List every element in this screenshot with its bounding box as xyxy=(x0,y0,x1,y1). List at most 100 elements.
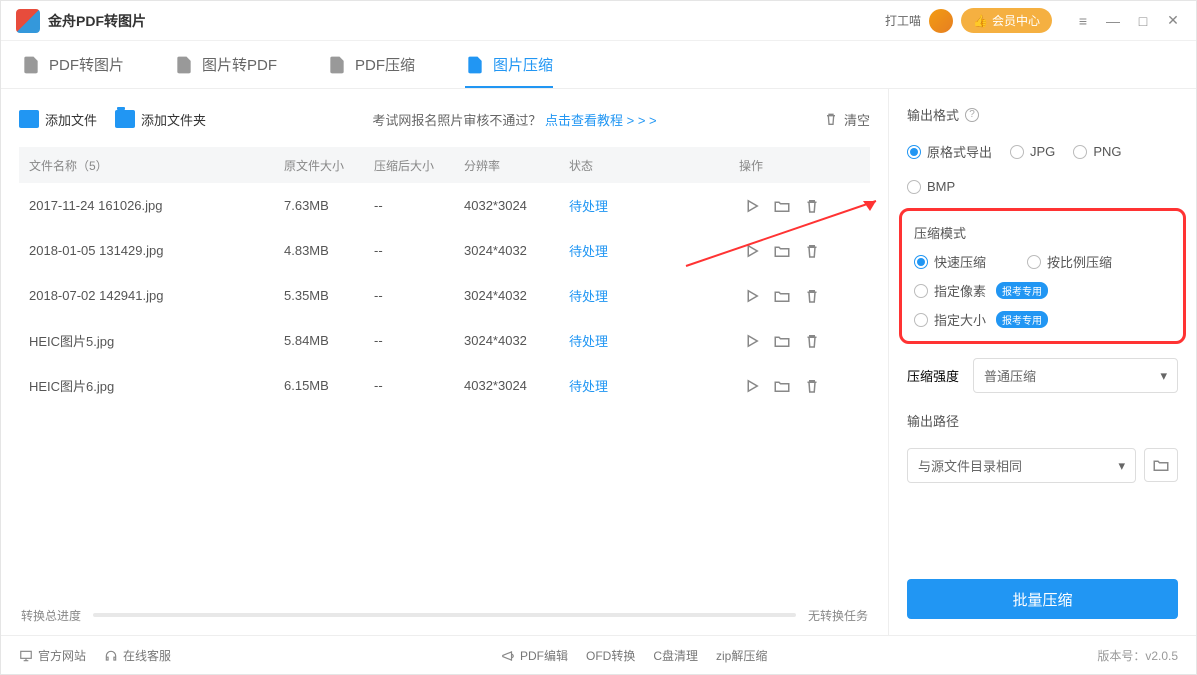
support-link[interactable]: 在线客服 xyxy=(104,647,171,664)
add-folder-label: 添加文件夹 xyxy=(141,110,206,129)
format-option[interactable]: 原格式导出 xyxy=(907,142,992,161)
table-header: 文件名称（5） 原文件大小 压缩后大小 分辨率 状态 操作 xyxy=(19,147,870,183)
app-logo xyxy=(16,9,40,33)
cell-csize: -- xyxy=(374,378,464,393)
batch-compress-button[interactable]: 批量压缩 xyxy=(907,579,1178,619)
play-icon[interactable] xyxy=(743,242,761,260)
cell-res: 4032*3024 xyxy=(464,198,569,213)
cell-csize: -- xyxy=(374,333,464,348)
folder-open-icon[interactable] xyxy=(773,242,791,260)
add-folder-button[interactable]: 添加文件夹 xyxy=(115,110,206,129)
hint-link[interactable]: 点击查看教程 > > > xyxy=(545,113,657,128)
folder-open-icon[interactable] xyxy=(773,332,791,350)
tab-image-to-pdf[interactable]: 图片转PDF xyxy=(174,41,277,88)
clear-button[interactable]: 清空 xyxy=(823,110,870,129)
cell-ops xyxy=(739,332,860,350)
username: 打工喵 xyxy=(885,12,921,29)
radio-icon xyxy=(914,284,928,298)
cell-res: 3024*4032 xyxy=(464,288,569,303)
delete-icon[interactable] xyxy=(803,332,821,350)
radio-icon xyxy=(914,313,928,327)
tab-pdf-to-image[interactable]: PDF转图片 xyxy=(21,41,124,88)
menu-button[interactable]: ≡ xyxy=(1075,13,1091,29)
side-panel: 输出格式 ? 原格式导出JPGPNGBMP 压缩模式 快速压缩按比例压缩 指定像… xyxy=(888,89,1196,635)
progress-label: 转换总进度 xyxy=(21,607,81,624)
avatar[interactable] xyxy=(929,9,953,33)
minimize-button[interactable]: — xyxy=(1105,13,1121,29)
th-csize: 压缩后大小 xyxy=(374,157,464,174)
play-icon[interactable] xyxy=(743,287,761,305)
delete-icon[interactable] xyxy=(803,242,821,260)
action-label: 批量压缩 xyxy=(1012,589,1072,610)
browse-folder-button[interactable] xyxy=(1144,448,1178,482)
cell-csize: -- xyxy=(374,198,464,213)
radio-icon xyxy=(907,180,921,194)
th-res: 分辨率 xyxy=(464,157,569,174)
cell-osize: 5.35MB xyxy=(284,288,374,303)
help-icon[interactable]: ? xyxy=(965,108,979,122)
hint-text: 考试网报名照片审核不通过？ 点击查看教程 > > > xyxy=(372,110,656,129)
headset-icon xyxy=(104,649,118,663)
radio-icon xyxy=(1010,145,1024,159)
format-option[interactable]: BMP xyxy=(907,179,955,194)
cell-osize: 6.15MB xyxy=(284,378,374,393)
path-dropdown[interactable]: 与源文件目录相同 ▾ xyxy=(907,448,1136,483)
cell-ops xyxy=(739,287,860,305)
cell-status: 待处理 xyxy=(569,241,739,260)
progress-track xyxy=(93,613,796,617)
th-osize: 原文件大小 xyxy=(284,157,374,174)
close-button[interactable]: ✕ xyxy=(1165,13,1181,29)
tab-pdf-compress[interactable]: PDF压缩 xyxy=(327,41,415,88)
folder-open-icon[interactable] xyxy=(773,377,791,395)
cell-res: 3024*4032 xyxy=(464,333,569,348)
tab-label: 图片压缩 xyxy=(493,54,553,75)
table-row[interactable]: 2018-07-02 142941.jpg 5.35MB -- 3024*403… xyxy=(19,273,870,318)
tab-image-compress[interactable]: 图片压缩 xyxy=(465,41,553,88)
delete-icon[interactable] xyxy=(803,197,821,215)
table-row[interactable]: HEIC图片5.jpg 5.84MB -- 3024*4032 待处理 xyxy=(19,318,870,363)
format-option[interactable]: PNG xyxy=(1073,142,1121,161)
add-file-button[interactable]: 添加文件 xyxy=(19,110,97,129)
cell-status: 待处理 xyxy=(569,196,739,215)
play-icon[interactable] xyxy=(743,377,761,395)
cell-ops xyxy=(739,197,860,215)
table-row[interactable]: 2018-01-05 131429.jpg 4.83MB -- 3024*403… xyxy=(19,228,870,273)
table-row[interactable]: 2017-11-24 161026.jpg 7.63MB -- 4032*302… xyxy=(19,183,870,228)
folder-open-icon[interactable] xyxy=(773,287,791,305)
maximize-button[interactable]: □ xyxy=(1135,13,1151,29)
add-file-label: 添加文件 xyxy=(45,110,97,129)
zip-extract-link[interactable]: zip解压缩 xyxy=(716,647,767,664)
tabs: PDF转图片 图片转PDF PDF压缩 图片压缩 xyxy=(1,41,1196,89)
c-drive-clean-link[interactable]: C盘清理 xyxy=(653,647,698,664)
ofd-convert-link[interactable]: OFD转换 xyxy=(586,647,635,664)
official-site-link[interactable]: 官方网站 xyxy=(19,647,86,664)
mode-option[interactable]: 快速压缩 xyxy=(914,252,1009,271)
play-icon[interactable] xyxy=(743,197,761,215)
table-row[interactable]: HEIC图片6.jpg 6.15MB -- 4032*3024 待处理 xyxy=(19,363,870,408)
play-icon[interactable] xyxy=(743,332,761,350)
format-title: 输出格式 ? xyxy=(907,105,1178,124)
format-option[interactable]: JPG xyxy=(1010,142,1055,161)
radio-icon xyxy=(907,145,921,159)
pdf-edit-link[interactable]: PDF编辑 xyxy=(501,647,568,664)
clear-label: 清空 xyxy=(844,110,870,129)
image-icon xyxy=(174,55,194,75)
thumbs-up-icon: 👍 xyxy=(973,14,988,28)
vip-button[interactable]: 👍 会员中心 xyxy=(961,8,1052,33)
monitor-icon xyxy=(19,649,33,663)
mode-option[interactable]: 指定大小报考专用 xyxy=(914,310,1171,329)
strength-dropdown[interactable]: 普通压缩 ▾ xyxy=(973,358,1178,393)
chevron-down-icon: ▾ xyxy=(1160,368,1167,384)
mode-option[interactable]: 指定像素报考专用 xyxy=(914,281,1171,300)
window-controls: ≡ — □ ✕ xyxy=(1075,13,1181,29)
mode-option[interactable]: 按比例压缩 xyxy=(1027,252,1122,271)
cell-res: 4032*3024 xyxy=(464,378,569,393)
folder-open-icon[interactable] xyxy=(773,197,791,215)
table-body: 2017-11-24 161026.jpg 7.63MB -- 4032*302… xyxy=(19,183,870,408)
format-options: 原格式导出 JPG PNG BMP xyxy=(907,142,1178,194)
chevron-down-icon: ▾ xyxy=(1118,458,1125,474)
cell-name: 2017-11-24 161026.jpg xyxy=(29,198,284,213)
delete-icon[interactable] xyxy=(803,377,821,395)
delete-icon[interactable] xyxy=(803,287,821,305)
statusbar: 官方网站 在线客服 PDF编辑 OFD转换 C盘清理 zip解压缩 版本号：v2… xyxy=(1,635,1196,675)
